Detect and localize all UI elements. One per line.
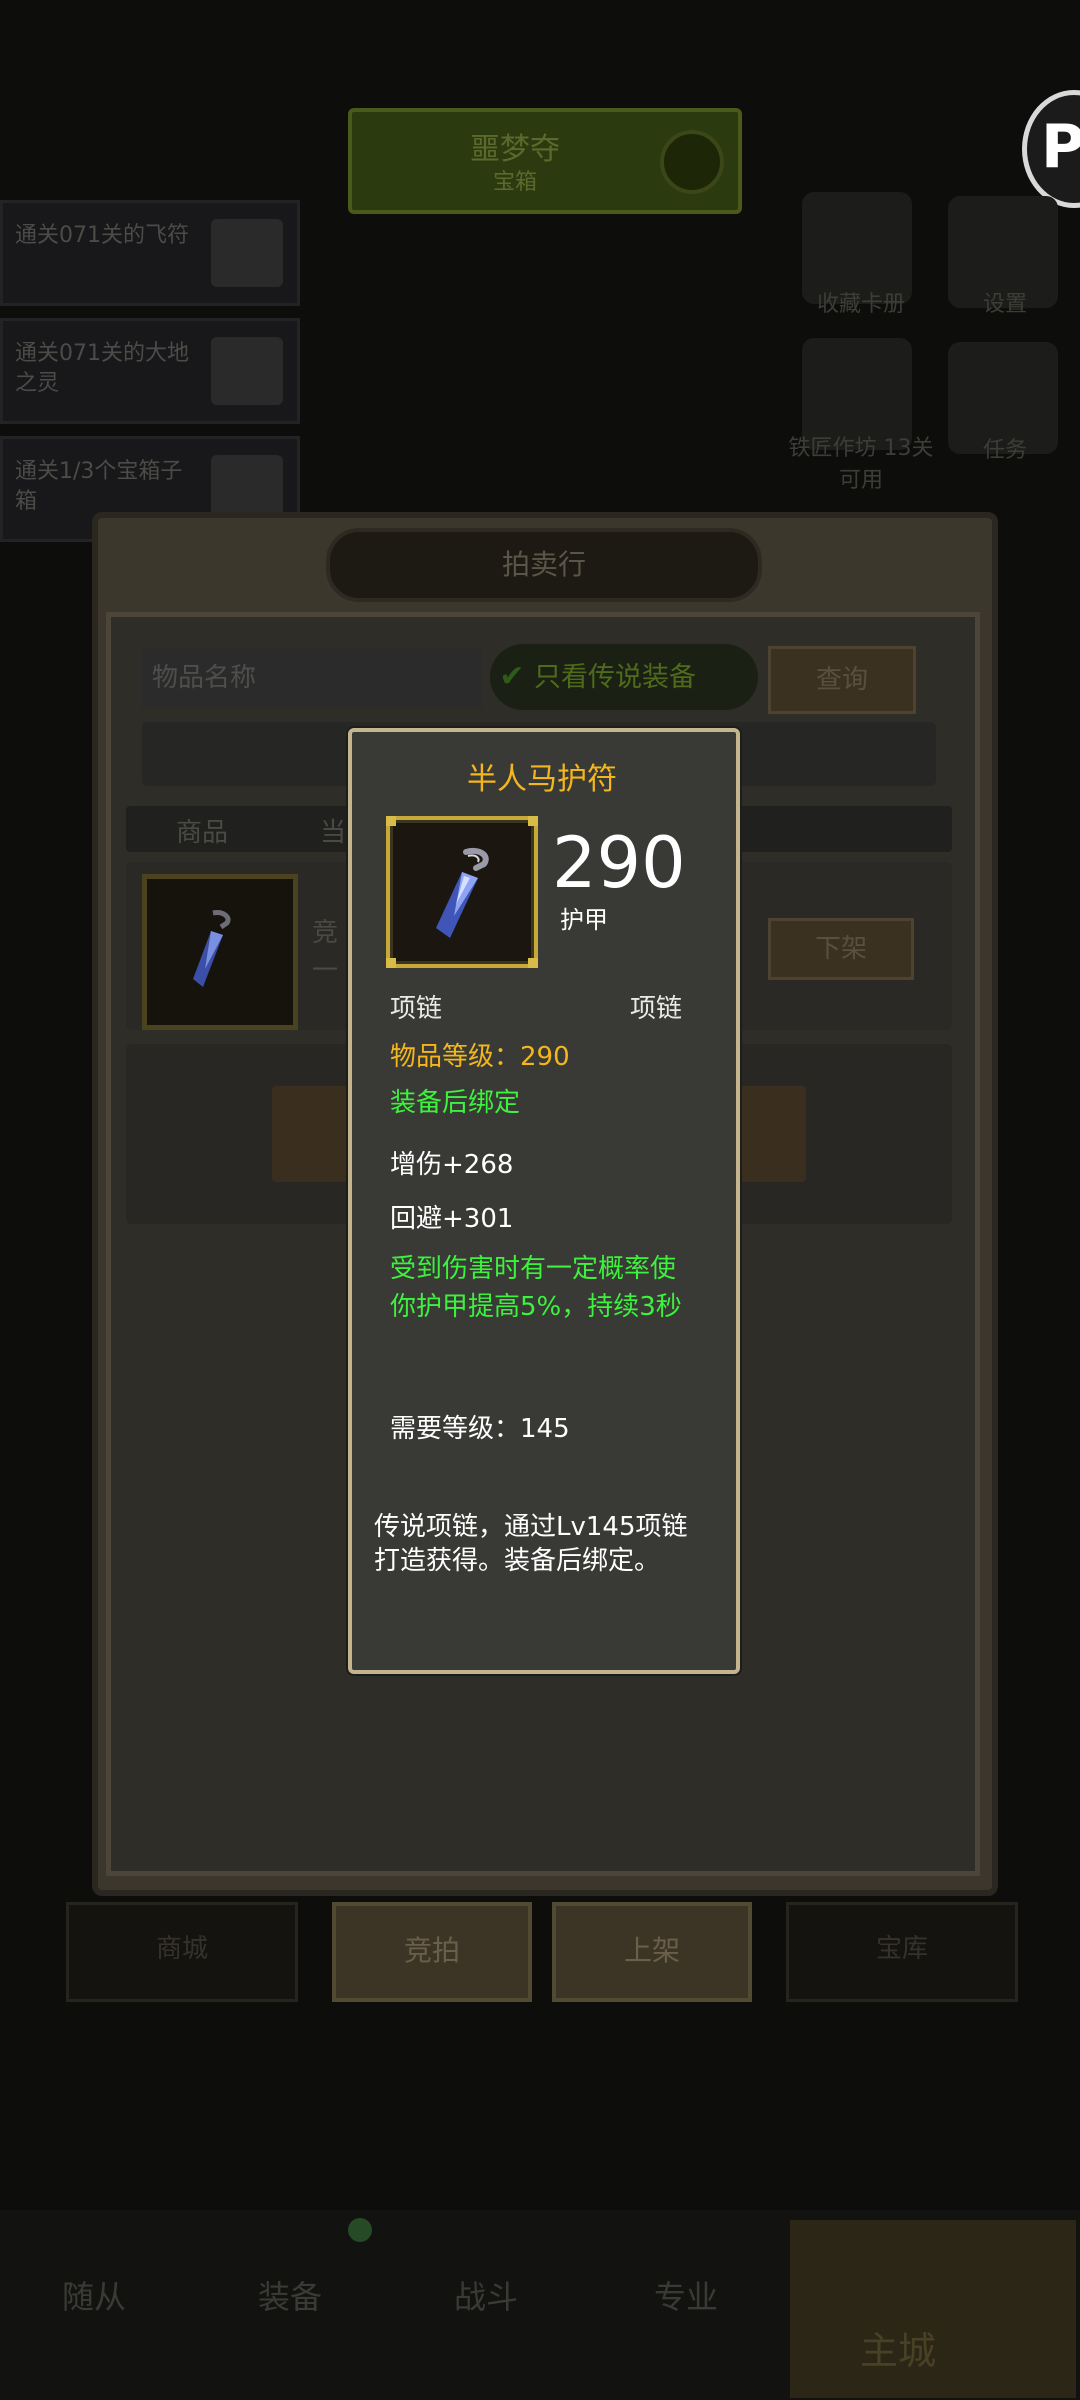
blacksmith-label: 铁匠作坊 13关可用 (788, 436, 934, 493)
settings-label: 设置 (982, 292, 1027, 317)
list-item-button[interactable]: 上架 (552, 1902, 752, 2002)
main-city-label: 主城 (860, 2329, 937, 2373)
quest-text: 通关1/3个宝箱子箱 (15, 459, 183, 514)
bid-button[interactable]: 竞拍 (332, 1902, 532, 2002)
quest-reward-icon (211, 337, 283, 405)
legendary-only-label: 只看传说装备 (534, 662, 696, 693)
bind-type: 装备后绑定 (390, 1088, 521, 1118)
col-item-header: 商品 (176, 818, 229, 848)
armor-label: 护甲 (560, 906, 608, 934)
col-current-header: 当 (320, 818, 347, 848)
corner-app-logo[interactable]: P (1022, 90, 1080, 208)
nav-main-city[interactable]: 主城 (790, 2220, 1076, 2398)
frame-corner (386, 816, 396, 826)
row-dash: 一 (312, 956, 339, 986)
auction-title: 拍卖行 (326, 528, 762, 602)
item-level: 物品等级：290 (390, 1042, 570, 1072)
stat-damage-bonus: 增伤+268 (390, 1150, 514, 1180)
frame-corner (528, 816, 538, 826)
quest-text: 通关071关的飞符 (15, 223, 189, 248)
banner-subtitle: 宝箱 (492, 170, 537, 195)
item-icon-frame (386, 816, 538, 968)
special-effect: 受到伤害时有一定概率使你护甲提高5%，持续3秒 (390, 1254, 682, 1322)
row-item-slot[interactable] (142, 874, 298, 1030)
item-type: 项链 (390, 994, 443, 1024)
takedown-button[interactable]: 下架 (768, 918, 914, 980)
quest-item[interactable]: 通关071关的大地之灵 (0, 318, 300, 424)
amulet-icon (193, 910, 231, 987)
required-level: 需要等级：145 (390, 1414, 570, 1444)
banner-emblem-icon (660, 130, 724, 194)
shop-tab[interactable]: 商城 (66, 1902, 298, 2002)
amulet-icon (436, 848, 489, 938)
query-button[interactable]: 查询 (768, 646, 916, 714)
item-name: 半人马护符 (467, 762, 617, 797)
frame-corner (528, 958, 538, 968)
task-label: 任务 (982, 438, 1027, 463)
item-description: 传说项链，通过Lv145项链打造获得。装备后绑定。 (374, 1512, 688, 1576)
nav-followers[interactable]: 随从 (62, 2272, 126, 2318)
card-album-label: 收藏卡册 (816, 292, 905, 317)
armor-value: 290 (552, 822, 686, 904)
item-slot: 项链 (630, 994, 683, 1024)
item-name-search-input[interactable]: 物品名称 (142, 648, 482, 708)
nav-battle[interactable]: 战斗 (454, 2272, 518, 2318)
frame-corner (386, 958, 396, 968)
quest-item[interactable]: 通关071关的飞符 (0, 200, 300, 306)
nightmare-chest-banner[interactable]: 噩梦夺 宝箱 (348, 108, 742, 214)
notification-dot (348, 2218, 372, 2242)
stat-dodge: 回避+301 (390, 1204, 514, 1234)
vault-tab[interactable]: 宝库 (786, 1902, 1018, 2002)
nav-profession[interactable]: 专业 (654, 2272, 718, 2318)
nav-equipment[interactable]: 装备 (258, 2272, 322, 2318)
row-bid-text: 竞 (312, 918, 339, 948)
quest-reward-icon (211, 219, 283, 287)
legendary-only-toggle[interactable]: ✔ 只看传说装备 (490, 644, 758, 710)
banner-title: 噩梦夺 (470, 132, 560, 167)
quest-text: 通关071关的大地之灵 (15, 341, 189, 396)
checkmark-icon: ✔ (499, 659, 525, 694)
